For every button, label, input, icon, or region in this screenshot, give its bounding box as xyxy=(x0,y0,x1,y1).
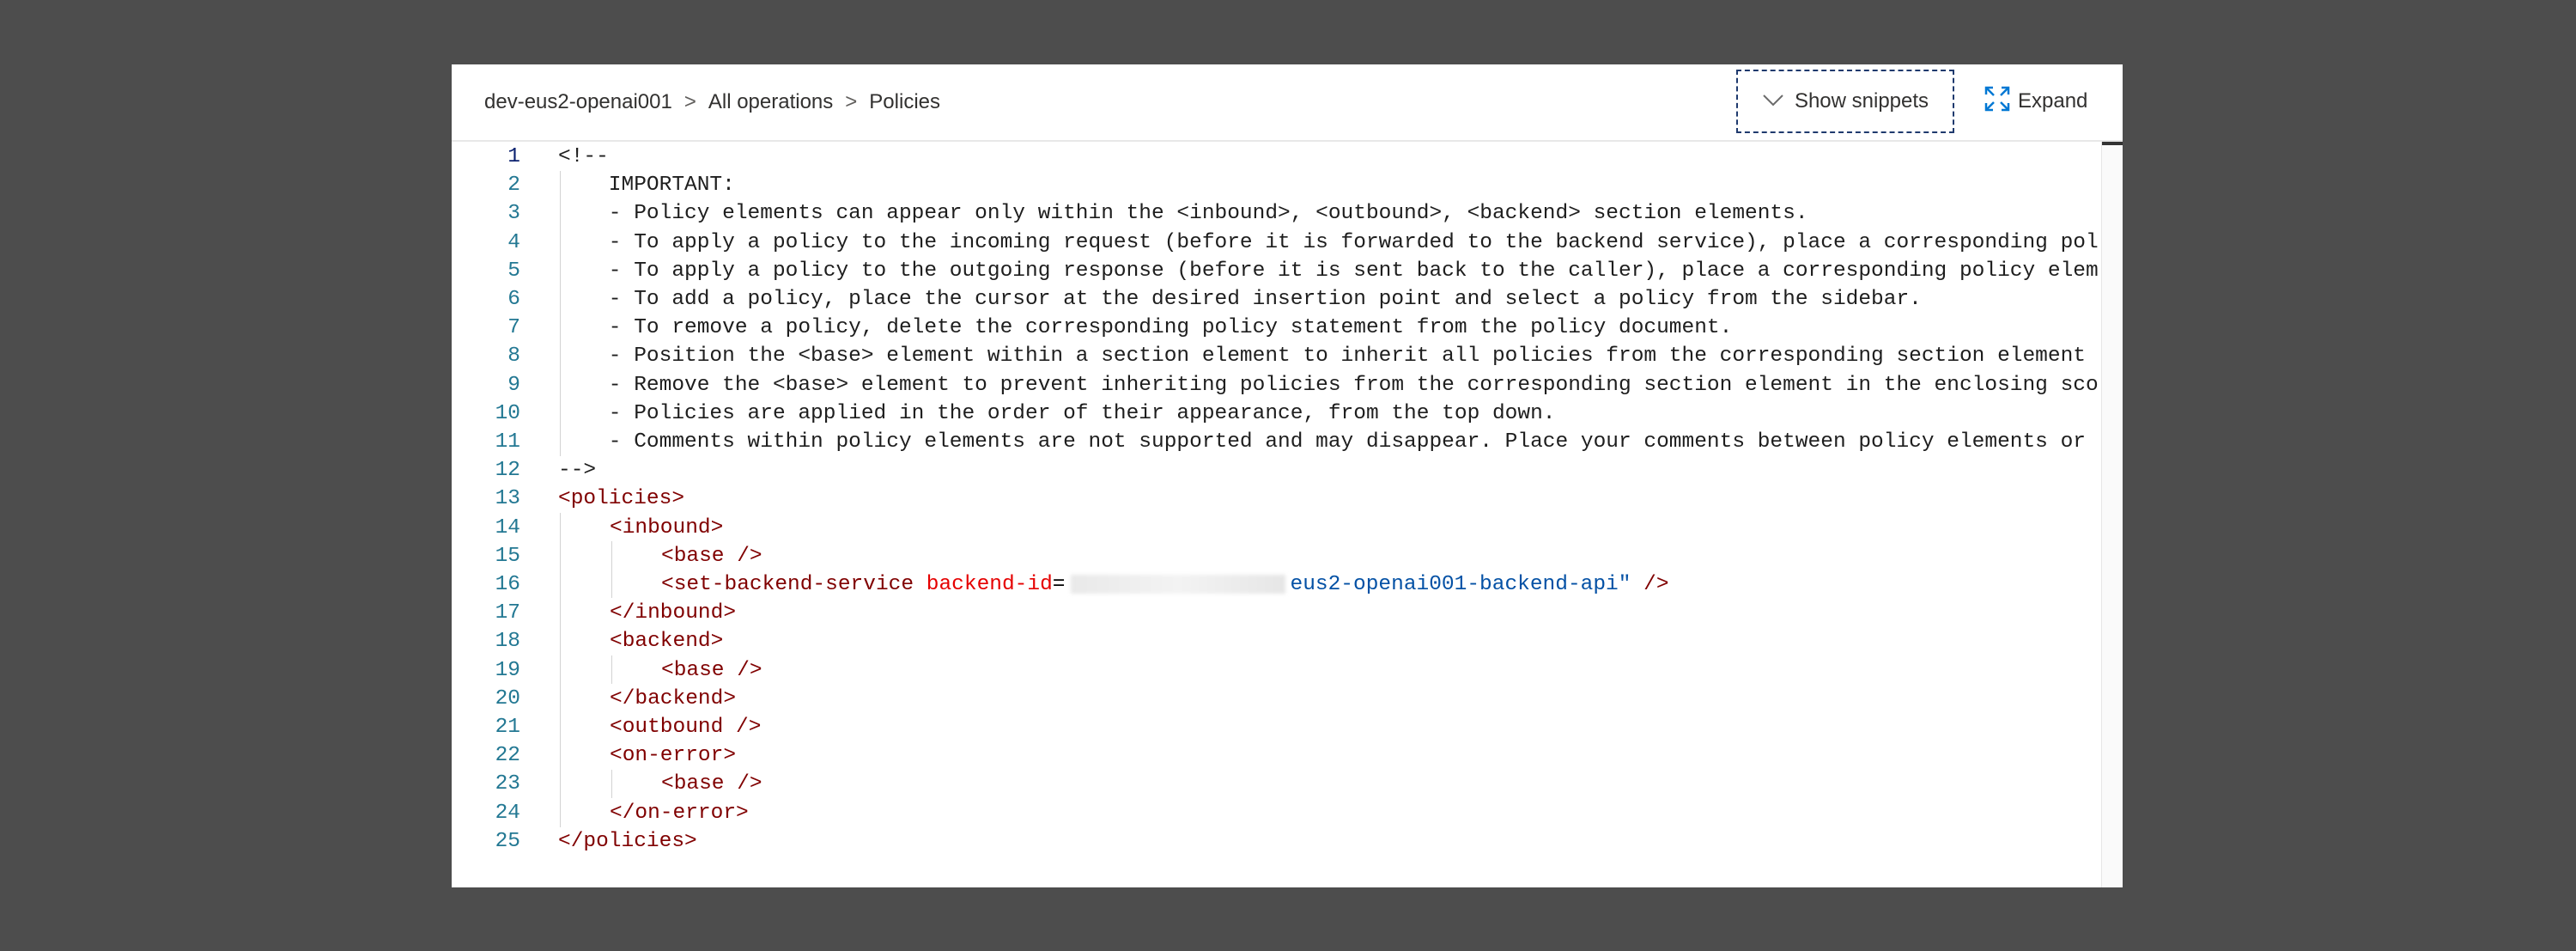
code-line: <inbound> xyxy=(610,515,724,540)
line-number: 24 xyxy=(495,801,520,825)
line-number: 9 xyxy=(507,373,520,397)
code-line: </on-error> xyxy=(610,801,749,825)
line-number: 17 xyxy=(495,601,520,625)
code-line: - Comments within policy elements are no… xyxy=(558,430,2086,454)
code-line: <set-backend-service backend-id= eus2-ope… xyxy=(661,570,1669,599)
line-number: 18 xyxy=(495,630,520,654)
code-line: <policies> xyxy=(558,487,685,511)
code-line: </policies> xyxy=(558,829,697,853)
line-number: 20 xyxy=(495,686,520,710)
line-number: 2 xyxy=(507,174,520,198)
xml-tag: <set-backend-service xyxy=(661,573,914,596)
scrollbar-thumb[interactable] xyxy=(2102,142,2123,145)
line-number: 16 xyxy=(495,573,520,596)
code-area[interactable]: <!-- IMPORTANT: - Policy elements can ap… xyxy=(558,142,2123,887)
code-line: </inbound> xyxy=(610,601,737,625)
line-number-gutter: 1 2 3 4 5 6 7 8 9 10 11 12 13 14 15 16 1… xyxy=(452,142,520,887)
line-number: 6 xyxy=(507,288,520,311)
code-line: IMPORTANT: xyxy=(558,174,735,198)
redacted-value xyxy=(1070,574,1285,594)
xml-tag-close: /> xyxy=(1631,573,1669,596)
line-number: 23 xyxy=(495,772,520,796)
line-number: 8 xyxy=(507,344,520,369)
code-line: <base /> xyxy=(661,772,762,796)
line-number: 21 xyxy=(495,716,520,739)
code-line: <backend> xyxy=(610,630,724,654)
xml-attribute: backend-id xyxy=(926,573,1053,596)
show-snippets-label: Show snippets xyxy=(1794,89,1929,113)
breadcrumb-separator: > xyxy=(845,90,858,113)
editor-header: dev-eus2-openai001 > All operations > Po… xyxy=(452,64,2123,142)
indent-guide xyxy=(560,513,561,827)
expand-icon xyxy=(1984,85,2018,119)
line-number: 10 xyxy=(495,401,520,425)
code-editor[interactable]: 1 2 3 4 5 6 7 8 9 10 11 12 13 14 15 16 1… xyxy=(452,142,2123,887)
line-number: 12 xyxy=(495,459,520,483)
policy-editor-panel: dev-eus2-openai001 > All operations > Po… xyxy=(452,64,2123,887)
indent-guide xyxy=(611,770,612,798)
line-number: 25 xyxy=(495,829,520,853)
code-line: <base /> xyxy=(661,544,762,568)
code-line: <on-error> xyxy=(610,744,737,768)
code-line: - Policies are applied in the order of t… xyxy=(558,401,1556,425)
indent-guide xyxy=(611,541,612,598)
code-line: <outbound /> xyxy=(610,716,762,739)
breadcrumb-item-api[interactable]: dev-eus2-openai001 xyxy=(484,90,672,114)
code-line: - To apply a policy to the incoming requ… xyxy=(558,230,2099,254)
code-line: - To add a policy, place the cursor at t… xyxy=(558,288,1922,311)
code-line: - Position the <base> element within a s… xyxy=(558,344,2086,369)
code-line: <!-- xyxy=(558,145,609,168)
line-number: 13 xyxy=(495,487,520,511)
breadcrumb-item-all-operations[interactable]: All operations xyxy=(708,90,833,114)
line-number: 15 xyxy=(495,544,520,568)
breadcrumb-separator: > xyxy=(683,90,696,113)
xml-equals: = xyxy=(1052,573,1066,596)
indent-guide xyxy=(611,655,612,684)
line-number: 5 xyxy=(507,259,520,283)
vertical-scrollbar[interactable] xyxy=(2101,142,2123,887)
breadcrumb: dev-eus2-openai001 > All operations > Po… xyxy=(484,90,940,114)
code-line: - To apply a policy to the outgoing resp… xyxy=(558,259,2099,283)
expand-label: Expand xyxy=(2018,89,2088,113)
line-number: 1 xyxy=(507,145,520,168)
code-line: - Remove the <base> element to prevent i… xyxy=(558,373,2099,397)
code-line: - Policy elements can appear only within… xyxy=(558,202,1808,226)
show-snippets-button[interactable]: Show snippets xyxy=(1736,70,1954,133)
chevron-down-icon xyxy=(1762,89,1795,113)
expand-button[interactable]: Expand xyxy=(1984,82,2087,121)
code-line: </backend> xyxy=(610,686,737,710)
line-number: 14 xyxy=(495,515,520,540)
line-number: 19 xyxy=(495,658,520,682)
xml-attribute-value: eus2-openai001-backend-api" xyxy=(1290,573,1631,596)
line-number: 3 xyxy=(507,202,520,226)
code-line: --> xyxy=(558,459,597,483)
code-line: <base /> xyxy=(661,658,762,682)
code-line: - To remove a policy, delete the corresp… xyxy=(558,316,1733,340)
line-number: 7 xyxy=(507,316,520,340)
line-number: 4 xyxy=(507,230,520,254)
line-number: 11 xyxy=(495,430,520,454)
line-number: 22 xyxy=(495,744,520,768)
breadcrumb-item-policies: Policies xyxy=(869,90,940,113)
